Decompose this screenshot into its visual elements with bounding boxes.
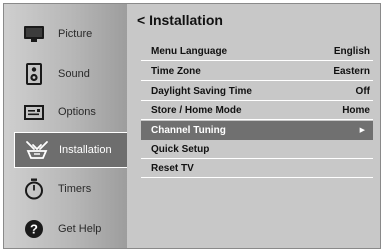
row-label: Store / Home Mode <box>151 104 242 116</box>
sidebar-item-options[interactable]: Options <box>12 94 128 130</box>
sidebar-item-installation[interactable]: Installation <box>14 132 128 168</box>
tv-icon <box>22 22 46 46</box>
sidebar-item-label: Picture <box>58 28 93 40</box>
row-value: English <box>333 45 370 57</box>
row-label: Daylight Saving Time <box>151 85 252 97</box>
timer-icon <box>22 177 46 201</box>
page-title[interactable]: < Installation <box>137 12 223 28</box>
daylight-saving-time-row[interactable]: Daylight Saving Time Off <box>141 82 373 101</box>
sidebar-item-label: Installation <box>59 144 112 156</box>
sidebar-item-sound[interactable]: Sound <box>12 56 128 92</box>
chevron-right-icon: ▶ <box>359 127 365 134</box>
sidebar-item-label: Timers <box>58 183 92 195</box>
sidebar-item-label: Get Help <box>58 223 102 235</box>
sidebar-item-label: Sound <box>58 68 90 80</box>
row-label: Menu Language <box>151 45 228 57</box>
quick-setup-row[interactable]: Quick Setup <box>141 140 373 159</box>
sidebar-item-picture[interactable]: Picture <box>12 16 128 52</box>
row-value: Eastern <box>333 65 370 77</box>
row-value: Off <box>355 85 370 97</box>
sidebar-item-label: Options <box>58 106 96 118</box>
sidebar-item-get-help[interactable]: ? Get Help <box>12 211 128 247</box>
reset-tv-row[interactable]: Reset TV <box>141 159 373 178</box>
row-label: Reset TV <box>151 162 194 174</box>
svg-text:?: ? <box>30 222 38 237</box>
time-zone-row[interactable]: Time Zone Eastern <box>141 62 373 81</box>
antenna-icon <box>25 138 49 162</box>
sidebar-item-timers[interactable]: Timers <box>12 171 128 207</box>
installation-panel: < Installation Menu Language English Tim… <box>127 4 380 248</box>
channel-tuning-row[interactable]: Channel Tuning ▶ <box>141 121 373 140</box>
row-label: Channel Tuning <box>151 124 226 136</box>
help-icon: ? <box>22 217 46 241</box>
menu-language-row[interactable]: Menu Language English <box>141 42 373 61</box>
tv-settings-screen: Picture Sound Options Installation Timer… <box>3 3 381 249</box>
row-label: Quick Setup <box>151 143 210 155</box>
row-label: Time Zone <box>151 65 201 77</box>
store-home-mode-row[interactable]: Store / Home Mode Home <box>141 101 373 120</box>
options-icon <box>22 100 46 124</box>
row-value: Home <box>342 104 370 116</box>
sidebar: Picture Sound Options Installation Timer… <box>4 4 128 248</box>
speaker-icon <box>22 62 46 86</box>
